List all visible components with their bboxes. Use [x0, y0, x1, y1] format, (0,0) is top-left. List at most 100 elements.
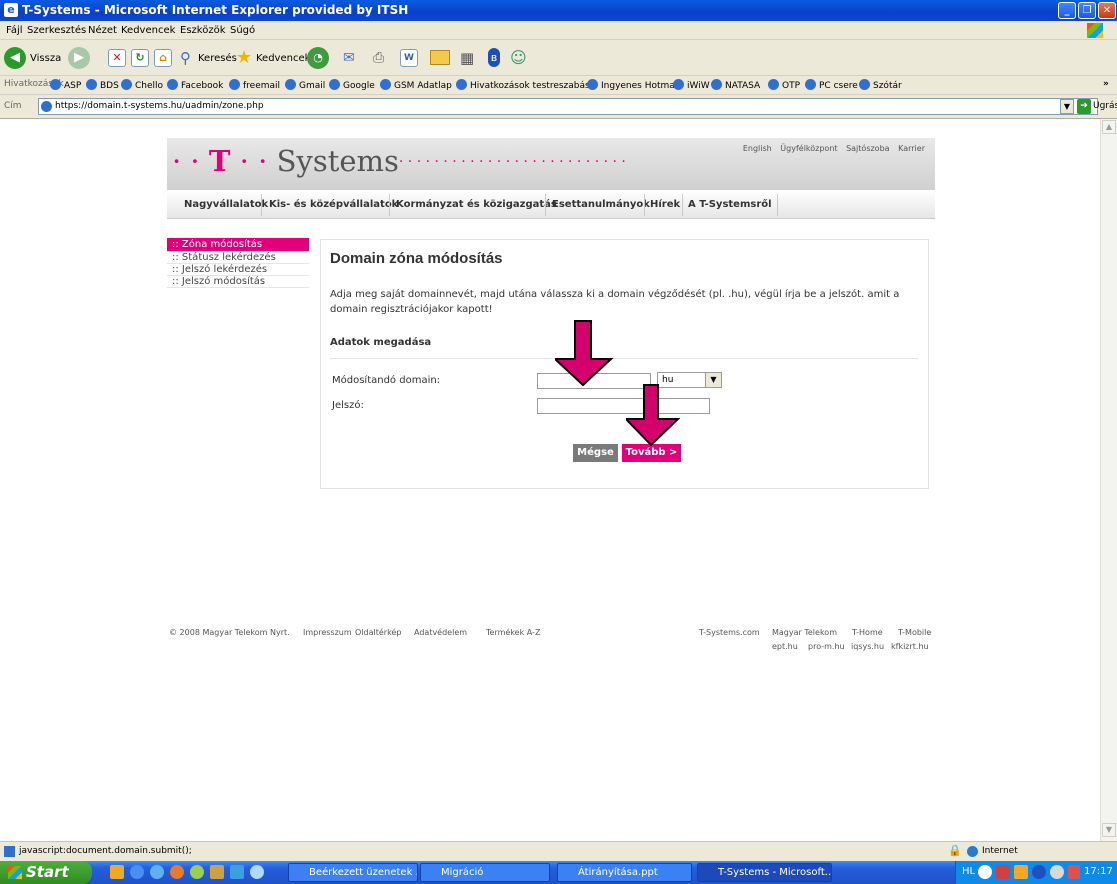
- nav-about[interactable]: A T-Systemsről: [688, 199, 772, 210]
- topnav-career[interactable]: Karrier: [898, 144, 925, 153]
- menu-edit[interactable]: Szerkesztés: [27, 25, 86, 36]
- nav-case-studies[interactable]: Esettanulmányok: [552, 199, 650, 210]
- password-input[interactable]: [537, 398, 710, 414]
- tray-outlook-icon[interactable]: [1014, 865, 1028, 879]
- menu-file[interactable]: Fájl: [6, 25, 23, 36]
- footer-magyar-telekom[interactable]: Magyar Telekom: [772, 628, 837, 637]
- link-customize[interactable]: Hivatkozások testreszabása: [456, 79, 595, 91]
- scroll-up-icon[interactable]: ▲: [1102, 120, 1116, 134]
- tray-bluetooth-icon[interactable]: [1032, 865, 1046, 879]
- home-icon[interactable]: ⌂: [154, 49, 172, 67]
- tray-app-icon[interactable]: [1068, 865, 1080, 879]
- leftnav-password-query[interactable]: :: Jelszó lekérdezés: [167, 264, 309, 276]
- minimize-button[interactable]: _: [1058, 2, 1076, 19]
- search-icon[interactable]: ⚲: [180, 49, 198, 67]
- link-asp[interactable]: ASP: [50, 79, 81, 91]
- link-gmail[interactable]: Gmail: [285, 79, 325, 91]
- restore-button[interactable]: ❐: [1078, 2, 1096, 19]
- quicklaunch-messenger-icon[interactable]: [190, 865, 204, 879]
- link-facebook[interactable]: Facebook: [167, 79, 223, 91]
- quicklaunch-desktop-icon[interactable]: [130, 865, 144, 879]
- task-ppt[interactable]: Átirányítása.ppt: [557, 863, 692, 882]
- footer-t-mobile[interactable]: T-Mobile: [898, 628, 931, 637]
- leftnav-zone-edit[interactable]: :: Zóna módosítás: [167, 238, 309, 252]
- edit-word-icon[interactable]: W: [400, 49, 418, 67]
- scroll-down-icon[interactable]: ▼: [1102, 823, 1116, 837]
- quicklaunch-ie-icon[interactable]: [150, 865, 164, 879]
- menu-help[interactable]: Súgó: [230, 25, 255, 36]
- address-input[interactable]: https://domain.t-systems.hu/uadmin/zone.…: [38, 98, 1098, 115]
- task-migracio[interactable]: Migráció: [420, 863, 550, 882]
- forward-arrow-icon[interactable]: ▶: [68, 47, 90, 69]
- clock[interactable]: 17:17: [1084, 866, 1113, 877]
- favorites-button-label[interactable]: Kedvencek: [256, 53, 310, 64]
- footer-ept[interactable]: ept.hu: [772, 642, 798, 651]
- link-gsm-adatlap[interactable]: GSM Adatlap: [380, 79, 452, 91]
- link-pc-csere[interactable]: PC csere: [805, 79, 858, 91]
- footer-iqsys[interactable]: iqsys.hu: [851, 642, 884, 651]
- stop-icon[interactable]: ✕: [108, 49, 126, 67]
- link-freemail[interactable]: freemail: [229, 79, 280, 91]
- tray-network-icon[interactable]: [996, 865, 1010, 879]
- close-button[interactable]: ✕: [1098, 2, 1116, 19]
- search-button-label[interactable]: Keresés: [198, 53, 237, 64]
- quicklaunch-firefox-icon[interactable]: [170, 865, 184, 879]
- footer-products[interactable]: Termékek A-Z: [486, 628, 540, 637]
- messenger-icon[interactable]: ☺: [510, 48, 527, 67]
- footer-imprint[interactable]: Impresszum: [303, 628, 352, 637]
- research-icon[interactable]: ▦: [460, 49, 474, 67]
- language-indicator[interactable]: HL: [962, 866, 975, 877]
- link-google[interactable]: Google: [329, 79, 375, 91]
- print-icon[interactable]: ⎙: [373, 50, 384, 66]
- quicklaunch-outlook-icon[interactable]: [110, 865, 124, 879]
- link-bds[interactable]: BDS: [86, 79, 119, 91]
- tray-wifi-icon[interactable]: [1050, 865, 1064, 879]
- footer-privacy[interactable]: Adatvédelem: [414, 628, 467, 637]
- address-dropdown-icon[interactable]: ▼: [1060, 99, 1074, 114]
- task-tsystems-ie[interactable]: T-Systems - Microsoft...: [697, 863, 832, 882]
- link-szotar[interactable]: Szótár: [859, 79, 902, 91]
- favorites-star-icon[interactable]: ★: [236, 47, 252, 68]
- link-chello[interactable]: Chello: [121, 79, 163, 91]
- footer-t-home[interactable]: T-Home: [852, 628, 883, 637]
- nav-enterprise[interactable]: Nagyvállalatok: [184, 199, 268, 210]
- back-button-label[interactable]: Vissza: [30, 53, 61, 64]
- tsystems-logo[interactable]: · · T · · Systems· · · · · · · · · · · ·…: [172, 144, 626, 178]
- footer-sitemap[interactable]: Oldaltérkép: [355, 628, 401, 637]
- footer-kfkizrt[interactable]: kfkizrt.hu: [891, 642, 929, 651]
- topnav-press[interactable]: Sajtószoba: [846, 144, 889, 153]
- link-iwiw[interactable]: iWiW: [673, 79, 710, 91]
- menu-view[interactable]: Nézet: [88, 25, 117, 36]
- link-natasa[interactable]: NATASA: [711, 79, 760, 91]
- folder-icon[interactable]: [430, 50, 450, 65]
- link-hotmail[interactable]: Ingyenes Hotmail: [587, 79, 680, 91]
- go-arrow-icon[interactable]: ➔: [1077, 99, 1091, 114]
- tray-back-icon[interactable]: [978, 865, 992, 879]
- mail-icon[interactable]: ✉: [343, 50, 355, 66]
- nav-news[interactable]: Hírek: [650, 199, 680, 210]
- task-inbox[interactable]: Beérkezett üzenetek ...: [288, 863, 418, 882]
- topnav-customer-center[interactable]: Ügyfélközpont: [780, 144, 837, 153]
- footer-tsystems-com[interactable]: T-Systems.com: [699, 628, 760, 637]
- leftnav-status-query[interactable]: :: Státusz lekérdezés: [167, 252, 309, 264]
- quicklaunch-app-icon[interactable]: [210, 865, 224, 879]
- history-icon[interactable]: ◔: [307, 47, 329, 69]
- nav-sme[interactable]: Kis- és középvállalatok: [269, 199, 398, 210]
- links-overflow-chevron-icon[interactable]: »: [1103, 79, 1109, 89]
- vertical-scrollbar[interactable]: ▲ ▼: [1100, 119, 1117, 841]
- cancel-button[interactable]: Mégse: [573, 444, 618, 462]
- go-button-label[interactable]: Ugrás: [1093, 101, 1117, 111]
- bluetooth-icon[interactable]: ʙ: [488, 48, 500, 67]
- back-arrow-icon[interactable]: ◀: [4, 47, 26, 69]
- nav-government[interactable]: Kormányzat és közigazgatás: [396, 199, 557, 210]
- menu-favorites[interactable]: Kedvencek: [121, 25, 175, 36]
- footer-pro-m[interactable]: pro-m.hu: [808, 642, 845, 651]
- quicklaunch-player-icon[interactable]: [250, 865, 264, 879]
- quicklaunch-media-icon[interactable]: [230, 865, 244, 879]
- topnav-english[interactable]: English: [743, 144, 772, 153]
- start-button[interactable]: Start: [0, 861, 92, 884]
- refresh-icon[interactable]: ↻: [131, 49, 149, 67]
- leftnav-password-change[interactable]: :: Jelszó módosítás: [167, 276, 309, 288]
- link-otp[interactable]: OTP: [768, 79, 800, 91]
- menu-tools[interactable]: Eszközök: [180, 25, 226, 36]
